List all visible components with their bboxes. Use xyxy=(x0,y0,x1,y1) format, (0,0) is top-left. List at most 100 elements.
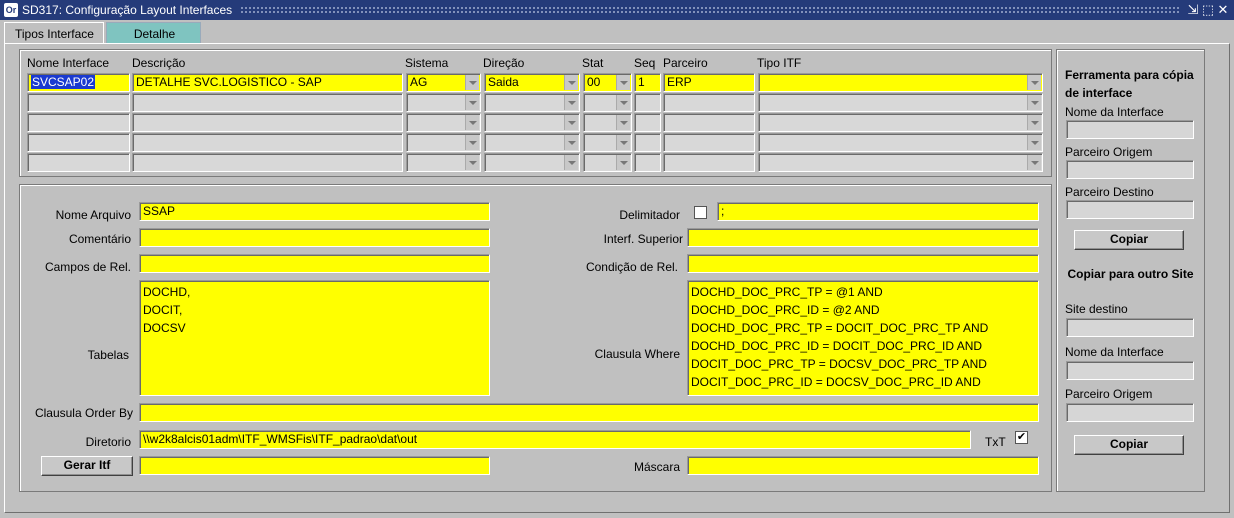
tabelas-label: Tabelas xyxy=(87,348,129,362)
row4-seq[interactable] xyxy=(634,133,661,152)
row5-tipo-itf-select[interactable] xyxy=(758,153,1043,172)
row5-descricao[interactable] xyxy=(132,153,403,172)
copiar-button[interactable]: Copiar xyxy=(1074,230,1184,250)
chevron-down-icon[interactable] xyxy=(465,75,479,90)
row4-tipo-itf-select[interactable] xyxy=(758,133,1043,152)
delimitador-label: Delimitador xyxy=(619,208,680,222)
row2-sistema-select[interactable] xyxy=(406,93,481,112)
row1-parceiro[interactable]: ERP xyxy=(663,73,755,92)
clausula-order-field[interactable] xyxy=(139,403,1039,422)
interf-superior-label: Interf. Superior xyxy=(603,232,683,246)
chevron-down-icon[interactable] xyxy=(564,75,578,90)
chevron-down-icon[interactable] xyxy=(1027,115,1041,130)
row3-descricao[interactable] xyxy=(132,113,403,132)
row2-descricao[interactable] xyxy=(132,93,403,112)
close-icon[interactable]: ✕ xyxy=(1216,2,1230,18)
chevron-down-icon[interactable] xyxy=(564,115,578,130)
interf-superior-field[interactable] xyxy=(687,228,1039,247)
campos-rel-field[interactable] xyxy=(139,254,490,273)
chevron-down-icon[interactable] xyxy=(616,155,630,170)
row1-descricao[interactable]: DETALHE SVC.LOGISTICO - SAP xyxy=(132,73,403,92)
col-header-nome-interface: Nome Interface xyxy=(27,56,110,70)
row4-parceiro[interactable] xyxy=(663,133,755,152)
row5-direcao-select[interactable] xyxy=(484,153,580,172)
tabelas-field[interactable]: DOCHD, DOCIT, DOCSV xyxy=(139,280,490,396)
row4-stat-select[interactable] xyxy=(583,133,632,152)
row3-nome-interface[interactable] xyxy=(27,113,130,132)
chevron-down-icon[interactable] xyxy=(1027,155,1041,170)
row4-nome-interface[interactable] xyxy=(27,133,130,152)
tab-detalhe[interactable]: Detalhe xyxy=(106,22,201,43)
title-bar: Or SD317: Configuração Layout Interfaces… xyxy=(0,0,1234,20)
diretorio-field[interactable]: \\w2k8alcis01adm\ITF_WMSFis\ITF_padrao\d… xyxy=(139,430,971,449)
row5-parceiro[interactable] xyxy=(663,153,755,172)
txt-checkbox[interactable]: ✔ xyxy=(1015,431,1028,444)
mascara-field[interactable] xyxy=(687,456,1039,475)
maximize-icon[interactable]: ⬚ xyxy=(1201,2,1215,18)
row2-seq[interactable] xyxy=(634,93,661,112)
row3-stat-select[interactable] xyxy=(583,113,632,132)
copy-parceiro-destino-field[interactable] xyxy=(1066,200,1194,219)
minimize-icon[interactable]: ⇲ xyxy=(1186,2,1200,18)
comentario-field[interactable] xyxy=(139,228,490,247)
copy-parceiro-origem-field[interactable] xyxy=(1066,160,1194,179)
gerar-itf-button[interactable]: Gerar Itf xyxy=(41,456,133,476)
chevron-down-icon[interactable] xyxy=(465,115,479,130)
chevron-down-icon[interactable] xyxy=(465,95,479,110)
clausula-where-field[interactable]: DOCHD_DOC_PRC_TP = @1 AND DOCHD_DOC_PRC_… xyxy=(687,280,1039,396)
chevron-down-icon[interactable] xyxy=(616,135,630,150)
row4-descricao[interactable] xyxy=(132,133,403,152)
tab-tipos-interface[interactable]: Tipos Interface xyxy=(4,22,104,43)
chevron-down-icon[interactable] xyxy=(616,95,630,110)
row3-direcao-select[interactable] xyxy=(484,113,580,132)
chevron-down-icon[interactable] xyxy=(465,135,479,150)
row2-parceiro[interactable] xyxy=(663,93,755,112)
chevron-down-icon[interactable] xyxy=(1027,95,1041,110)
copiar-outro-site-button[interactable]: Copiar xyxy=(1074,435,1184,455)
site-destino-field[interactable] xyxy=(1066,318,1194,337)
chevron-down-icon[interactable] xyxy=(616,75,630,90)
row2-nome-interface[interactable] xyxy=(27,93,130,112)
chevron-down-icon[interactable] xyxy=(1027,135,1041,150)
row1-sistema-value: AG xyxy=(410,75,428,89)
row3-seq[interactable] xyxy=(634,113,661,132)
row2-direcao-select[interactable] xyxy=(484,93,580,112)
gerar-itf-field[interactable] xyxy=(139,456,490,475)
copy2-parceiro-origem-field[interactable] xyxy=(1066,403,1194,422)
row5-sistema-select[interactable] xyxy=(406,153,481,172)
chevron-down-icon[interactable] xyxy=(564,95,578,110)
row1-direcao-select[interactable]: Saida xyxy=(484,73,580,92)
row1-stat-select[interactable]: 00 xyxy=(583,73,632,92)
clausula-order-label: Clausula Order By xyxy=(34,406,133,420)
copy-nome-label: Nome da Interface xyxy=(1065,105,1164,119)
row1-seq[interactable]: 1 xyxy=(634,73,661,92)
row5-nome-interface[interactable] xyxy=(27,153,130,172)
nome-arquivo-field[interactable]: SSAP xyxy=(139,202,490,221)
row1-tipo-itf-select[interactable] xyxy=(758,73,1043,92)
delimitador-checkbox[interactable] xyxy=(694,206,707,219)
col-header-seq: Seq xyxy=(634,56,656,70)
row1-sistema-select[interactable]: AG xyxy=(406,73,481,92)
row3-parceiro[interactable] xyxy=(663,113,755,132)
chevron-down-icon[interactable] xyxy=(564,135,578,150)
app-icon: Or xyxy=(4,3,18,17)
row5-seq[interactable] xyxy=(634,153,661,172)
chevron-down-icon[interactable] xyxy=(465,155,479,170)
row2-tipo-itf-select[interactable] xyxy=(758,93,1043,112)
row2-stat-select[interactable] xyxy=(583,93,632,112)
copy-nome-field[interactable] xyxy=(1066,120,1194,139)
row3-sistema-select[interactable] xyxy=(406,113,481,132)
copy2-nome-field[interactable] xyxy=(1066,361,1194,380)
row4-direcao-select[interactable] xyxy=(484,133,580,152)
row3-tipo-itf-select[interactable] xyxy=(758,113,1043,132)
row1-direcao-value: Saida xyxy=(488,75,519,89)
chevron-down-icon[interactable] xyxy=(616,115,630,130)
row5-stat-select[interactable] xyxy=(583,153,632,172)
chevron-down-icon[interactable] xyxy=(1027,75,1041,90)
condicao-rel-field[interactable] xyxy=(687,254,1039,273)
row4-sistema-select[interactable] xyxy=(406,133,481,152)
delimitador-field[interactable]: ; xyxy=(717,202,1039,221)
site-destino-label: Site destino xyxy=(1065,302,1128,316)
row1-nome-interface[interactable]: SVCSAP02 xyxy=(27,73,130,92)
chevron-down-icon[interactable] xyxy=(564,155,578,170)
